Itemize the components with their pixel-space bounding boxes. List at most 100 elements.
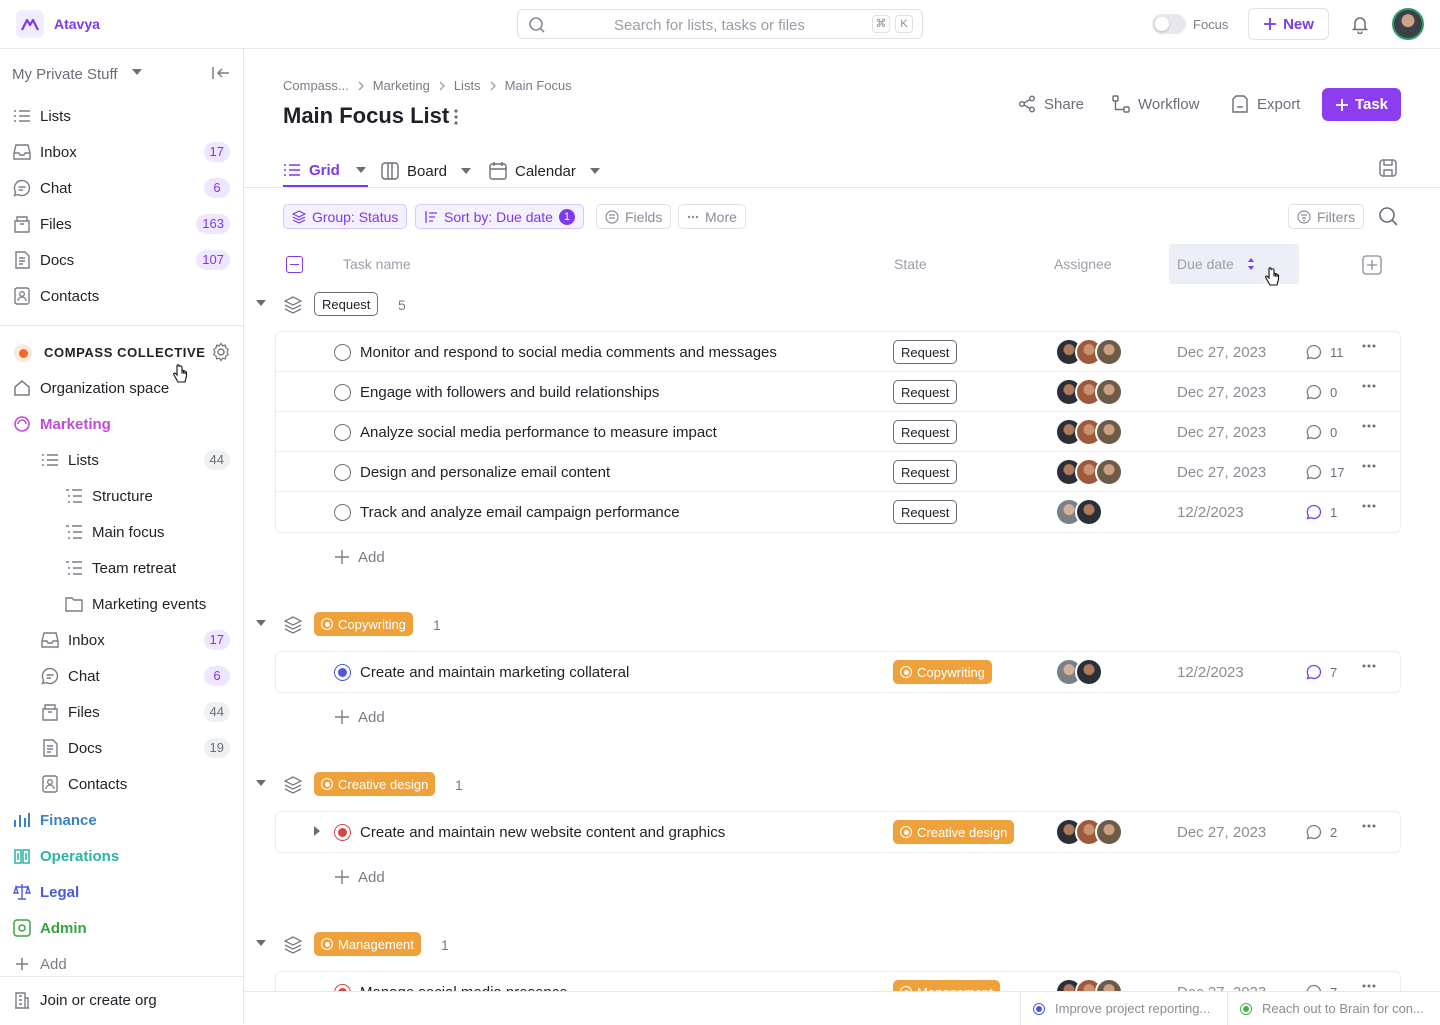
row-more-icon[interactable] — [1362, 464, 1376, 468]
chevron-down-icon[interactable] — [132, 69, 142, 76]
table-row[interactable]: Analyze social media performance to meas… — [276, 412, 1400, 452]
atavya-logo-icon[interactable] — [16, 10, 44, 38]
chevron-down-icon[interactable] — [256, 940, 266, 947]
due-date[interactable]: Dec 27, 2023 — [1177, 384, 1266, 401]
save-view-icon[interactable] — [1378, 158, 1398, 178]
chevron-down-icon[interactable] — [256, 780, 266, 787]
sidebar-item-legal[interactable]: Legal — [12, 878, 79, 906]
tab-board[interactable]: Board — [381, 155, 472, 187]
sidebar-item-marketing-docs[interactable]: Docs 19 — [40, 734, 244, 762]
task-status-circle[interactable] — [334, 344, 351, 361]
due-date[interactable]: 12/2/2023 — [1177, 664, 1244, 681]
sidebar-item-docs[interactable]: Docs 107 — [12, 246, 244, 274]
task-name[interactable]: Engage with followers and build relation… — [360, 384, 659, 401]
share-button[interactable]: Share — [1018, 88, 1084, 120]
join-or-create-org-button[interactable]: Join or create org — [12, 986, 157, 1014]
column-header-due-date[interactable]: Due date — [1177, 256, 1234, 272]
assignee-avatars[interactable] — [1055, 818, 1123, 846]
sidebar-item-finance[interactable]: Finance — [12, 806, 97, 834]
chevron-down-icon[interactable] — [589, 167, 600, 175]
add-task-row-button[interactable]: Add — [334, 865, 385, 889]
sidebar-item-admin[interactable]: Admin — [12, 914, 87, 942]
org-name[interactable]: COMPASS COLLECTIVE — [44, 345, 206, 360]
sidebar-item-marketing[interactable]: Marketing — [12, 410, 111, 438]
state-tag[interactable]: Copywriting — [893, 660, 992, 684]
more-chip[interactable]: More — [678, 204, 746, 229]
focus-toggle[interactable] — [1152, 14, 1186, 34]
sidebar-item-marketing-inbox[interactable]: Inbox 17 — [40, 626, 244, 654]
sidebar-sublist-item[interactable]: Marketing events — [64, 590, 206, 618]
user-avatar[interactable] — [1392, 8, 1424, 40]
add-task-row-button[interactable]: Add — [334, 705, 385, 729]
due-date[interactable]: 12/2/2023 — [1177, 504, 1244, 521]
add-column-icon[interactable] — [1362, 255, 1382, 275]
row-more-icon[interactable] — [1362, 504, 1376, 508]
table-row[interactable]: Design and personalize email content Requ… — [276, 452, 1400, 492]
minimized-task[interactable]: Reach out to Brain for con... — [1227, 992, 1440, 1025]
sidebar-add-space-button[interactable]: Add — [12, 950, 67, 978]
filters-button[interactable]: Filters — [1288, 204, 1365, 229]
state-cell[interactable]: Request — [893, 460, 958, 484]
sidebar-item-marketing-contacts[interactable]: Contacts — [40, 770, 244, 798]
export-button[interactable]: Export — [1231, 88, 1300, 120]
task-status-circle[interactable] — [334, 384, 351, 401]
tab-grid[interactable]: Grid — [283, 155, 368, 187]
gear-icon[interactable] — [211, 342, 231, 362]
column-header-task-name[interactable]: Task name — [343, 256, 411, 272]
add-task-button[interactable]: Task — [1322, 88, 1401, 121]
chevron-down-icon[interactable] — [256, 300, 266, 307]
state-tag[interactable]: Request — [893, 460, 958, 484]
breadcrumb-item[interactable]: Main Focus — [505, 78, 572, 93]
workflow-button[interactable]: Workflow — [1112, 88, 1199, 120]
task-name[interactable]: Design and personalize email content — [360, 464, 610, 481]
column-header-assignee[interactable]: Assignee — [1054, 256, 1112, 272]
sidebar-sublist-item[interactable]: Structure — [64, 482, 153, 510]
state-cell[interactable]: Request — [893, 420, 958, 444]
sidebar-item-organization-space[interactable]: Organization space — [12, 374, 169, 402]
comment-count[interactable]: 1 — [1306, 504, 1337, 520]
sidebar-item-marketing-chat[interactable]: Chat 6 — [40, 662, 244, 690]
sidebar-item-marketing-lists[interactable]: Lists 44 — [40, 446, 244, 474]
state-cell[interactable]: Request — [893, 380, 958, 404]
state-cell[interactable]: Creative design — [893, 820, 1015, 844]
row-more-icon[interactable] — [1362, 344, 1376, 348]
sidebar-item-marketing-files[interactable]: Files 44 — [40, 698, 244, 726]
group-by-chip[interactable]: Group: Status — [283, 204, 408, 229]
row-more-icon[interactable] — [1362, 424, 1376, 428]
search-icon[interactable] — [1378, 206, 1398, 226]
state-tag[interactable]: Creative design — [893, 820, 1015, 844]
state-tag[interactable]: Request — [893, 380, 958, 404]
select-all-checkbox[interactable] — [286, 256, 303, 273]
due-date[interactable]: Dec 27, 2023 — [1177, 344, 1266, 361]
assignee-avatars[interactable] — [1055, 498, 1103, 526]
state-tag[interactable]: Request — [893, 500, 958, 524]
sidebar-item-files[interactable]: Files 163 — [12, 210, 244, 238]
task-name[interactable]: Create and maintain marketing collateral — [360, 664, 629, 681]
row-more-icon[interactable] — [1362, 384, 1376, 388]
sort-arrows-icon[interactable] — [1247, 257, 1255, 271]
breadcrumb-item[interactable]: Marketing — [373, 78, 430, 93]
sidebar-item-operations[interactable]: Operations — [12, 842, 119, 870]
minimized-task[interactable]: Improve project reporting... — [1020, 992, 1227, 1025]
task-name[interactable]: Create and maintain new website content … — [360, 824, 725, 841]
task-name[interactable]: Track and analyze email campaign perform… — [360, 504, 680, 521]
sort-chip[interactable]: Sort by: Due date 1 — [415, 204, 584, 229]
state-cell[interactable]: Request — [893, 340, 958, 364]
sidebar-sublist-item[interactable]: Main focus — [64, 518, 165, 546]
add-task-row-button[interactable]: Add — [334, 545, 385, 569]
task-status-circle[interactable] — [334, 824, 351, 841]
task-name[interactable]: Monitor and respond to social media comm… — [360, 344, 777, 361]
tab-calendar[interactable]: Calendar — [489, 155, 600, 187]
state-cell[interactable]: Copywriting — [893, 660, 992, 684]
fields-chip[interactable]: Fields — [596, 204, 672, 229]
assignee-avatars[interactable] — [1055, 658, 1103, 686]
task-name[interactable]: Analyze social media performance to meas… — [360, 424, 717, 441]
breadcrumb-item[interactable]: Lists — [454, 78, 481, 93]
assignee-avatars[interactable] — [1055, 338, 1123, 366]
assignee-avatars[interactable] — [1055, 458, 1123, 486]
comment-count[interactable]: 11 — [1306, 344, 1344, 360]
breadcrumb-item[interactable]: Compass... — [283, 78, 349, 93]
table-row[interactable]: Create and maintain marketing collateral… — [276, 652, 1400, 692]
comment-count[interactable]: 0 — [1306, 424, 1337, 440]
new-button[interactable]: New — [1248, 8, 1329, 40]
